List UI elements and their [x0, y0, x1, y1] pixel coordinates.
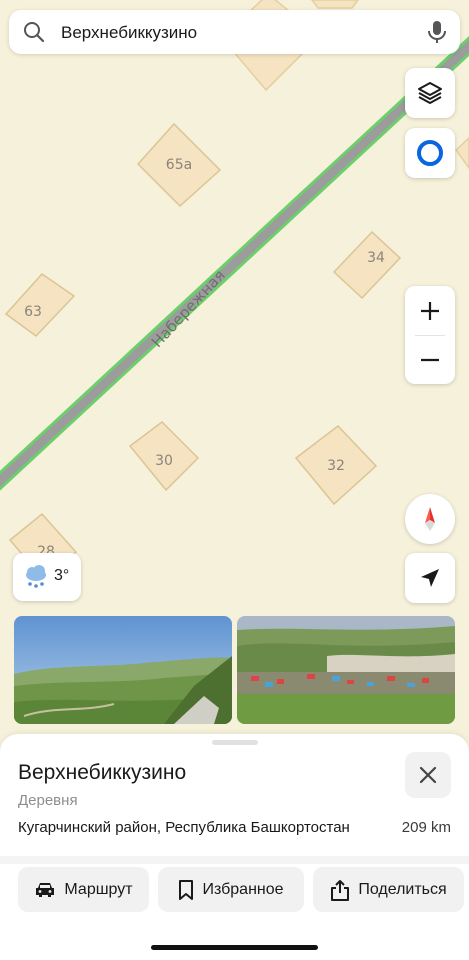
building-label: 30 [155, 453, 173, 469]
building [311, 0, 359, 9]
zoom-in-button[interactable] [405, 286, 455, 335]
place-title: Верхнебиккузино [18, 761, 187, 784]
place-type: Деревня [18, 792, 78, 809]
divider [0, 856, 469, 864]
photo-image [237, 616, 455, 724]
place-distance: 209 km [401, 819, 451, 836]
favorite-label: Избранное [202, 880, 284, 898]
village-photo-2[interactable] [237, 616, 455, 724]
favorite-button[interactable]: Избранное [158, 867, 304, 912]
search-input[interactable]: Верхнебиккузино [61, 23, 197, 43]
home-indicator[interactable] [151, 945, 318, 950]
place-card[interactable]: Верхнебиккузино Деревня Кугарчинский рай… [0, 734, 469, 960]
search-bar[interactable]: Верхнебиккузино [9, 10, 460, 54]
assistant-button[interactable] [405, 128, 455, 178]
route-button[interactable]: Маршрут [18, 867, 149, 912]
plus-icon [421, 301, 439, 320]
minus-icon [421, 358, 439, 361]
route-label: Маршрут [64, 880, 133, 898]
layers-icon [418, 82, 442, 104]
microphone-icon[interactable] [426, 20, 448, 44]
weather-temperature: 3° [54, 567, 70, 584]
building-label: 63 [24, 304, 42, 320]
compass-icon [425, 507, 435, 531]
share-icon [331, 879, 350, 901]
weather-widget[interactable]: 3° [13, 553, 81, 601]
zoom-out-button[interactable] [405, 335, 455, 384]
bookmark-icon [179, 879, 194, 900]
search-icon [24, 22, 45, 43]
snow-cloud-icon [26, 565, 46, 588]
share-button[interactable]: Поделиться [313, 867, 464, 912]
zoom-controls [405, 286, 455, 384]
sheet-grabber[interactable] [212, 740, 258, 745]
photo-image [14, 616, 232, 724]
layers-button[interactable] [405, 68, 455, 118]
assistant-icon [417, 140, 443, 166]
building-label: 65а [166, 157, 192, 173]
location-arrow-icon [421, 569, 439, 587]
landscape-photo-1[interactable] [14, 616, 232, 724]
compass-button[interactable] [405, 494, 455, 544]
my-location-button[interactable] [405, 553, 455, 603]
place-address: Кугарчинский район, Республика Башкортос… [18, 819, 350, 836]
building-label: 32 [327, 458, 345, 474]
share-label: Поделиться [358, 880, 447, 898]
car-icon [36, 882, 55, 897]
close-button[interactable] [405, 752, 451, 798]
building-label: 34 [367, 250, 385, 266]
close-icon [419, 766, 437, 784]
